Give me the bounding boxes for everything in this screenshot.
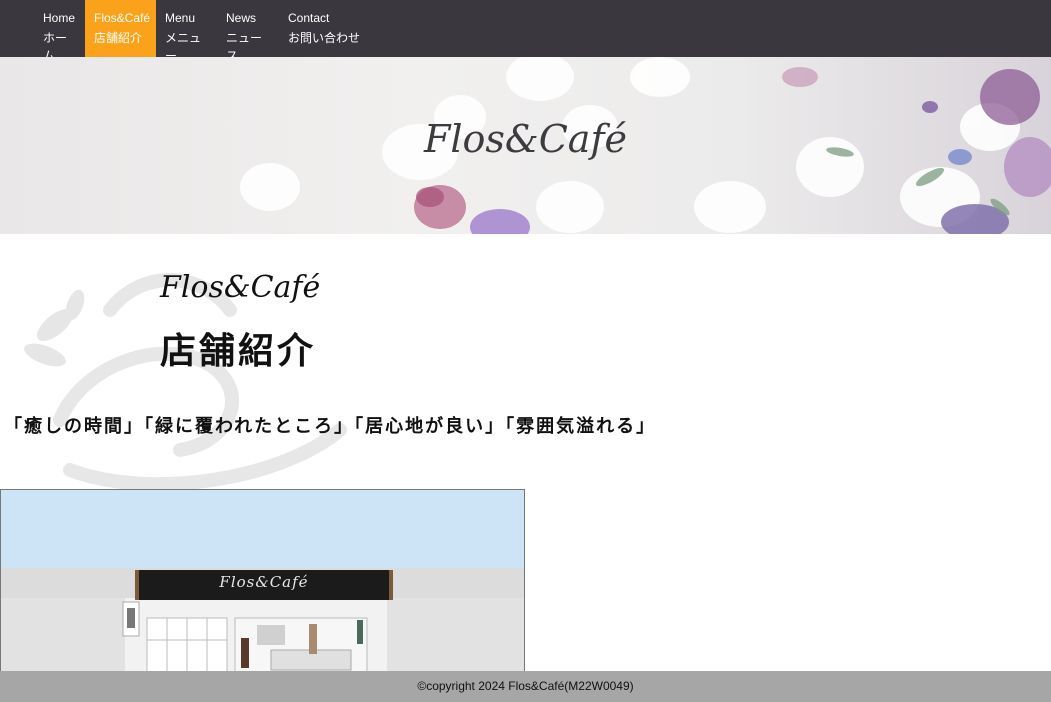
top-navigation: Home ホーム Flos&Café 店舗紹介 Menu メニュー News ニ…	[0, 0, 1051, 63]
nav-item-news[interactable]: News ニュース	[217, 0, 279, 63]
footer: ©copyright 2024 Flos&Café(M22W0049)	[0, 671, 1051, 702]
nav-item-menu[interactable]: Menu メニュー	[156, 0, 217, 63]
nav-item-store[interactable]: Flos&Café 店舗紹介	[85, 0, 156, 57]
hero-banner: Flos&Café	[0, 57, 1051, 234]
nav-item-news-en: News	[226, 11, 257, 25]
store-sign-text: Flos&Café	[219, 573, 309, 591]
nav-menu: Home ホーム Flos&Café 店舗紹介 Menu メニュー News ニ…	[34, 0, 369, 63]
nav-item-contact-en: Contact	[288, 11, 330, 25]
nav-item-contact-jp: お問い合わせ	[288, 31, 361, 45]
store-tagline: 「癒しの時間」「緑に覆われたところ」「居心地が良い」「雰囲気溢れる」	[4, 416, 657, 437]
page-title: 店舗紹介	[160, 330, 317, 372]
nav-item-store-jp: 店舗紹介	[94, 31, 143, 45]
nav-item-contact[interactable]: Contact お問い合わせ	[279, 0, 369, 57]
nav-item-menu-en: Menu	[165, 11, 196, 25]
copyright-text: ©copyright 2024 Flos&Café(M22W0049)	[417, 679, 634, 693]
nav-item-home-en: Home	[43, 11, 76, 25]
nav-item-store-en: Flos&Café	[94, 11, 151, 25]
hero-logo: Flos&Café	[423, 117, 627, 161]
section-logo: Flos&Café	[160, 270, 321, 305]
nav-item-home[interactable]: Home ホーム	[34, 0, 85, 63]
